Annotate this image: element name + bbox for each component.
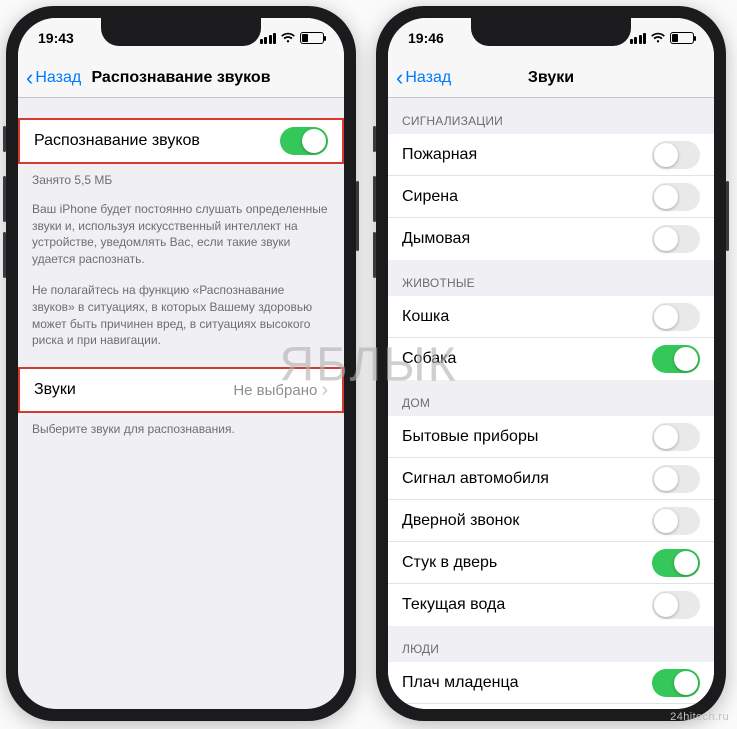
cell-label: Бытовые приборы [402,428,538,446]
screen: 19:43 ‹ Назад Распознавание звуков Распо… [18,18,344,709]
sounds-hint: Выберите звуки для распознавания. [18,413,344,442]
power-button[interactable] [726,181,729,251]
chevron-left-icon: ‹ [26,67,33,89]
status-icons [260,32,325,44]
section-header: ЛЮДИ [388,626,714,662]
sound-toggle[interactable] [652,591,700,619]
sounds-row: Звуки Не выбрано › [18,367,344,413]
sound-toggle-row: Плач младенца [388,662,714,704]
cell-label: Звуки [34,381,76,399]
cellular-icon [260,33,277,44]
nav-bar: ‹ Назад Распознавание звуков [18,58,344,98]
back-label: Назад [35,69,81,87]
sound-toggle-row: Текущая вода [388,584,714,626]
cell-label: Распознавание звуков [34,132,200,150]
mute-switch[interactable] [373,126,376,152]
cell-label: Плач младенца [402,674,519,692]
sound-toggle[interactable] [652,141,700,169]
sound-toggle-row: Сигнал автомобиля [388,458,714,500]
status-time: 19:46 [408,30,444,46]
phone-right: 19:46 ‹ Назад Звуки СИГНАЛИЗАЦИИПожарная… [376,6,726,721]
power-button[interactable] [356,181,359,251]
chevron-left-icon: ‹ [396,67,403,89]
sound-toggle-row: Кошка [388,296,714,338]
cell-label: Дверной звонок [402,512,519,530]
cell: Распознавание звуков [20,120,342,162]
sound-toggle-row: Пожарная [388,134,714,176]
cell-label: Текущая вода [402,596,505,614]
section-header: СИГНАЛИЗАЦИИ [388,98,714,134]
notch [471,18,631,46]
corner-watermark: 24hitech.ru [670,711,729,723]
sound-toggle-row: Крик [388,704,714,709]
cell-group: Кошка Собака [388,296,714,380]
sound-toggle-row: Дверной звонок [388,500,714,542]
sound-toggle[interactable] [652,465,700,493]
phone-left: 19:43 ‹ Назад Распознавание звуков Распо… [6,6,356,721]
battery-icon [300,32,324,44]
sound-toggle-row: Собака [388,338,714,380]
sound-toggle-row: Дымовая [388,218,714,260]
mute-switch[interactable] [3,126,6,152]
sound-recognition-toggle-row: Распознавание звуков [18,118,344,164]
cellular-icon [630,33,647,44]
cell-label: Собака [402,350,456,368]
cell-label: Сигнал автомобиля [402,470,549,488]
cell-label: Сирена [402,188,458,206]
description-2: Не полагайтесь на функцию «Распознавание… [18,272,344,353]
sound-toggle-row: Сирена [388,176,714,218]
status-icons [630,32,695,44]
cell-group: Бытовые приборы Сигнал автомобиля Дверной … [388,416,714,626]
battery-icon [670,32,694,44]
content[interactable]: Распознавание звуков Занято 5,5 МБ Ваш i… [18,98,344,709]
cell-label: Дымовая [402,230,470,248]
screen: 19:46 ‹ Назад Звуки СИГНАЛИЗАЦИИПожарная… [388,18,714,709]
back-button[interactable]: ‹ Назад [388,67,451,89]
status-time: 19:43 [38,30,74,46]
sound-toggle[interactable] [652,303,700,331]
volume-up[interactable] [373,176,376,222]
sound-toggle[interactable] [652,345,700,373]
wifi-icon [650,32,666,44]
content[interactable]: СИГНАЛИЗАЦИИ Пожарная Сирена Дымовая ЖИВОТНЫ… [388,98,714,709]
volume-down[interactable] [373,232,376,278]
cell-group: Пожарная Сирена Дымовая [388,134,714,260]
notch [101,18,261,46]
sound-toggle[interactable] [652,669,700,697]
wifi-icon [280,32,296,44]
section-header: ЖИВОТНЫЕ [388,260,714,296]
cell-detail: Не выбрано [233,382,317,399]
sound-recognition-toggle[interactable] [280,127,328,155]
sound-toggle-row: Бытовые приборы [388,416,714,458]
sound-toggle[interactable] [652,507,700,535]
cell-label: Стук в дверь [402,554,497,572]
sound-toggle-row: Стук в дверь [388,542,714,584]
sound-toggle[interactable] [652,183,700,211]
volume-down[interactable] [3,232,6,278]
volume-up[interactable] [3,176,6,222]
cell-group: Плач младенца Крик [388,662,714,709]
back-button[interactable]: ‹ Назад [18,67,81,89]
sounds-cell[interactable]: Звуки Не выбрано › [20,369,342,411]
nav-bar: ‹ Назад Звуки [388,58,714,98]
cell-label: Кошка [402,308,449,326]
sound-toggle[interactable] [652,549,700,577]
chevron-right-icon: › [321,379,328,402]
cell-label: Пожарная [402,146,477,164]
sound-toggle[interactable] [652,225,700,253]
back-label: Назад [405,69,451,87]
storage-footnote: Занято 5,5 МБ [18,164,344,193]
section-header: ДОМ [388,380,714,416]
sound-toggle[interactable] [652,423,700,451]
description-1: Ваш iPhone будет постоянно слушать опред… [18,193,344,272]
